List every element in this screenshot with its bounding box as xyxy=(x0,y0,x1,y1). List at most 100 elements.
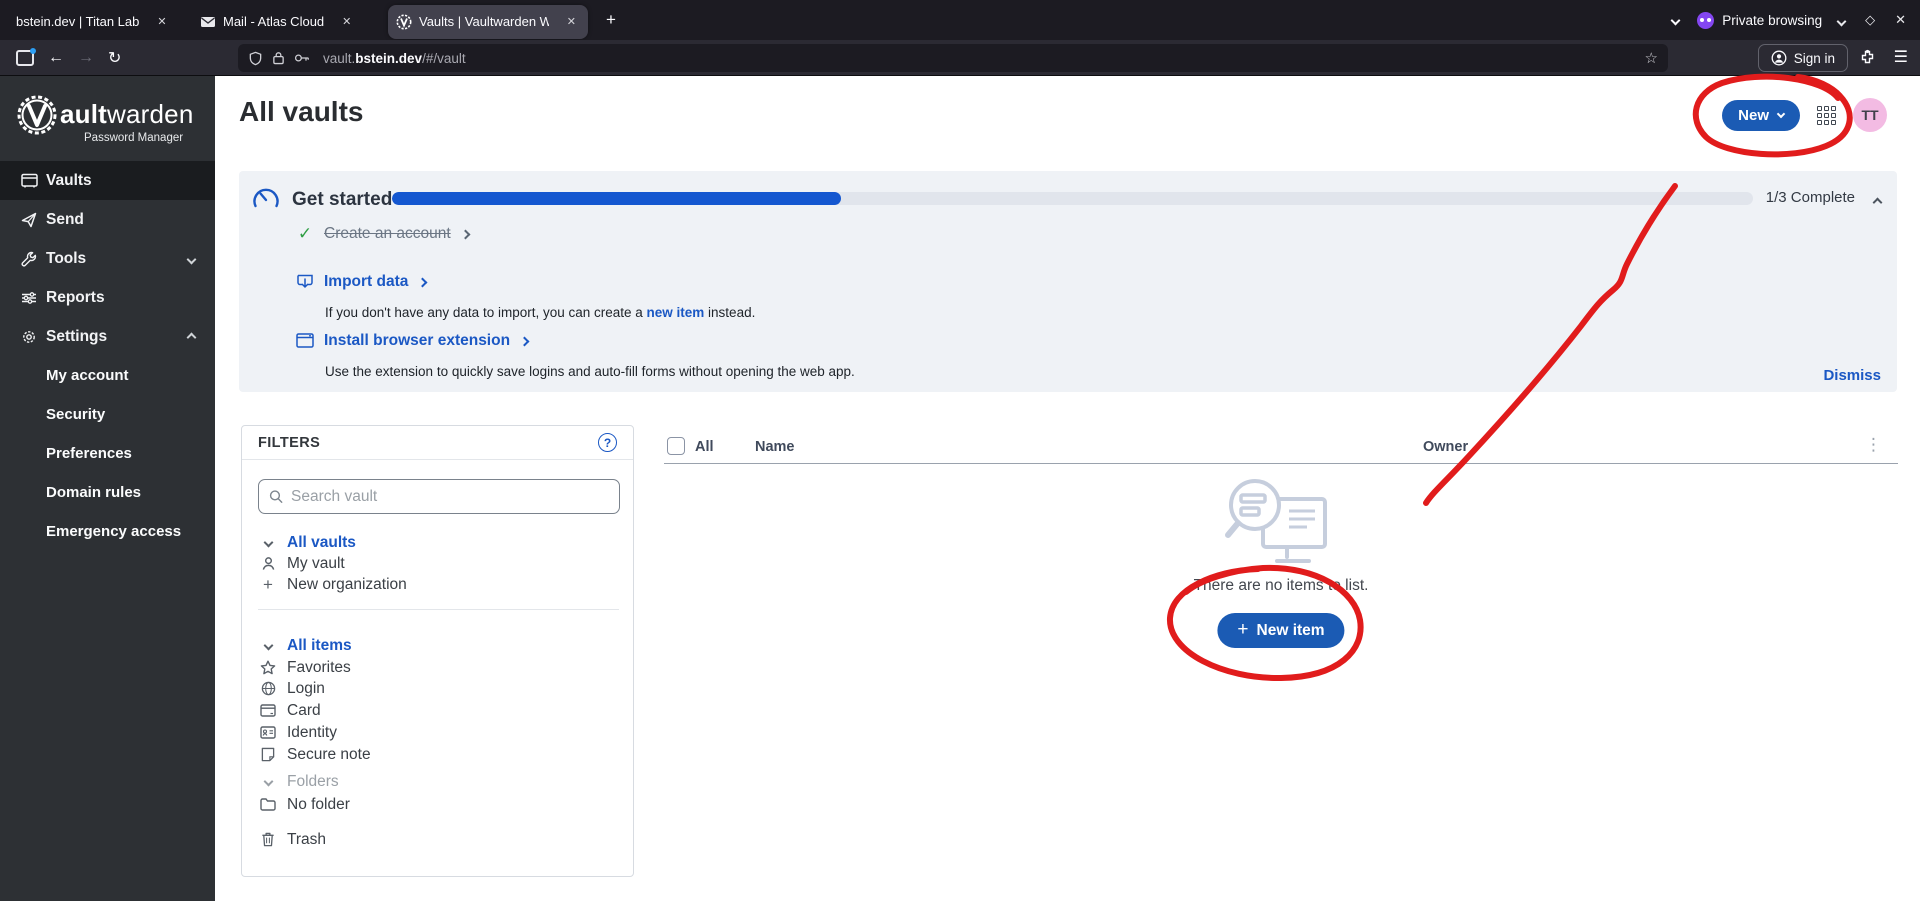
vault-items-area: All Name Owner ⋮ There are xyxy=(664,425,1898,877)
window-restore-icon[interactable]: ◇ xyxy=(1865,12,1875,28)
tab-close-icon[interactable]: ✕ xyxy=(153,13,170,30)
window-minimize-icon[interactable] xyxy=(1838,13,1845,28)
filter-new-organization[interactable]: + New organization xyxy=(242,574,633,595)
card-icon xyxy=(258,704,278,717)
new-button[interactable]: New xyxy=(1722,100,1800,131)
chevron-down-icon[interactable] xyxy=(258,778,278,785)
lock-icon[interactable] xyxy=(272,51,285,65)
back-button[interactable]: ← xyxy=(48,49,64,67)
tab-titan-lab[interactable]: bstein.dev | Titan Lab ✕ xyxy=(8,5,192,39)
filter-all-items[interactable]: All items xyxy=(242,635,633,656)
step-create-account[interactable]: ✓ Create an account xyxy=(294,224,469,244)
tracking-shield-icon[interactable] xyxy=(248,51,263,66)
globe-icon xyxy=(258,681,278,696)
step-install-extension[interactable]: Install browser extension xyxy=(294,332,528,350)
search-vault-field[interactable] xyxy=(258,479,620,514)
app-switcher-icon[interactable] xyxy=(1817,106,1836,125)
new-item-link[interactable]: new item xyxy=(647,305,705,320)
sidebar-item-security[interactable]: Security xyxy=(0,395,215,434)
filter-label: No folder xyxy=(287,796,350,814)
send-icon xyxy=(20,212,38,228)
sliders-icon xyxy=(20,290,38,306)
filter-identity[interactable]: Identity xyxy=(242,722,633,743)
step-label[interactable]: Import data xyxy=(324,273,408,291)
filter-my-vault[interactable]: My vault xyxy=(242,553,633,574)
menu-icon[interactable]: ☰ xyxy=(1894,47,1908,67)
sidebar-nav: Vaults Send Tools xyxy=(0,161,215,551)
id-card-icon xyxy=(258,726,278,739)
reload-button[interactable]: ↻ xyxy=(108,48,121,68)
sidebar-item-settings[interactable]: Settings xyxy=(0,317,215,356)
user-icon xyxy=(258,556,278,571)
step-label[interactable]: Install browser extension xyxy=(324,332,510,350)
new-button-label: New xyxy=(1738,107,1769,124)
tab-close-icon[interactable]: ✕ xyxy=(563,13,580,30)
tab-vaultwarden[interactable]: Vaults | Vaultwarden Web ✕ xyxy=(388,5,588,39)
help-icon[interactable]: ? xyxy=(598,433,617,452)
filters-title: FILTERS xyxy=(258,435,320,451)
filter-favorites[interactable]: Favorites xyxy=(242,657,633,678)
tab-close-icon[interactable]: ✕ xyxy=(338,13,355,30)
step-label[interactable]: Create an account xyxy=(324,225,451,243)
select-all-checkbox[interactable] xyxy=(667,437,685,455)
avatar[interactable]: TT xyxy=(1853,98,1887,132)
step-import-data[interactable]: Import data xyxy=(294,273,426,291)
filter-label: Secure note xyxy=(287,746,371,764)
import-data-description: If you don't have any data to import, yo… xyxy=(325,305,755,320)
trash-icon xyxy=(258,832,278,847)
sidebar-item-label: Tools xyxy=(46,250,86,268)
header-actions: New TT xyxy=(1722,98,1887,132)
table-options-icon[interactable]: ⋮ xyxy=(1865,435,1882,455)
sidebar-item-preferences[interactable]: Preferences xyxy=(0,434,215,473)
table-header-name[interactable]: Name xyxy=(755,439,795,455)
collapse-banner-icon[interactable] xyxy=(1874,193,1881,211)
private-mask-icon xyxy=(1697,12,1714,29)
sidebar-item-tools[interactable]: Tools xyxy=(0,239,215,278)
filter-login[interactable]: Login xyxy=(242,678,633,699)
tab-mail-atlas[interactable]: Mail - Atlas Cloud ✕ xyxy=(192,5,388,39)
filter-all-vaults[interactable]: All vaults xyxy=(242,532,633,553)
browser-tab-bar: bstein.dev | Titan Lab ✕ Mail - Atlas Cl… xyxy=(0,0,1920,40)
window-close-icon[interactable]: ✕ xyxy=(1895,12,1906,28)
table-header-all: All xyxy=(695,439,714,455)
sidebar-item-reports[interactable]: Reports xyxy=(0,278,215,317)
table-header-owner[interactable]: Owner xyxy=(1423,439,1468,455)
extensions-icon[interactable] xyxy=(1859,49,1876,71)
chevron-down-icon[interactable] xyxy=(258,642,278,649)
import-icon xyxy=(294,273,316,291)
sidebar-item-send[interactable]: Send xyxy=(0,200,215,239)
check-icon: ✓ xyxy=(294,224,316,244)
url-bar[interactable]: vault.bstein.dev/#/vault ☆ xyxy=(238,44,1668,72)
search-input[interactable] xyxy=(291,488,609,506)
chevron-right-icon xyxy=(521,332,528,350)
filter-secure-note[interactable]: Secure note xyxy=(242,744,633,765)
forward-button[interactable]: → xyxy=(78,49,94,67)
new-tab-button[interactable]: + xyxy=(598,10,624,30)
new-item-button[interactable]: + New item xyxy=(1217,613,1344,648)
chevron-down-icon[interactable] xyxy=(258,539,278,546)
dismiss-link[interactable]: Dismiss xyxy=(1823,367,1881,384)
tab-title: bstein.dev | Titan Lab xyxy=(16,14,139,29)
bookmark-star-icon[interactable]: ☆ xyxy=(1645,49,1658,67)
get-started-banner: Get started 1/3 Complete ✓ Create an acc… xyxy=(239,171,1897,392)
firefox-sign-in-button[interactable]: Sign in xyxy=(1758,44,1848,72)
firefox-view-icon[interactable] xyxy=(16,50,34,66)
main-content: All vaults New TT Get started xyxy=(215,76,1920,901)
filter-label: Login xyxy=(287,680,325,698)
tab-title: Vaults | Vaultwarden Web xyxy=(419,14,549,29)
filter-label: Card xyxy=(287,702,321,720)
sidebar-item-vaults[interactable]: Vaults xyxy=(0,161,215,200)
get-started-title: Get started xyxy=(292,189,392,211)
filter-folders-header[interactable]: Folders xyxy=(242,771,633,792)
sidebar-item-my-account[interactable]: My account xyxy=(0,356,215,395)
filter-no-folder[interactable]: No folder xyxy=(242,794,633,815)
filter-card[interactable]: Card xyxy=(242,700,633,721)
key-passkey-icon[interactable] xyxy=(294,52,310,64)
table-divider xyxy=(664,463,1898,464)
sidebar-item-label: Reports xyxy=(46,289,105,307)
filter-trash[interactable]: Trash xyxy=(242,829,633,850)
sidebar-item-domain-rules[interactable]: Domain rules xyxy=(0,473,215,512)
sidebar-item-emergency-access[interactable]: Emergency access xyxy=(0,512,215,551)
tab-list-chevron-icon[interactable] xyxy=(1672,11,1679,29)
chevron-right-icon xyxy=(462,225,469,243)
